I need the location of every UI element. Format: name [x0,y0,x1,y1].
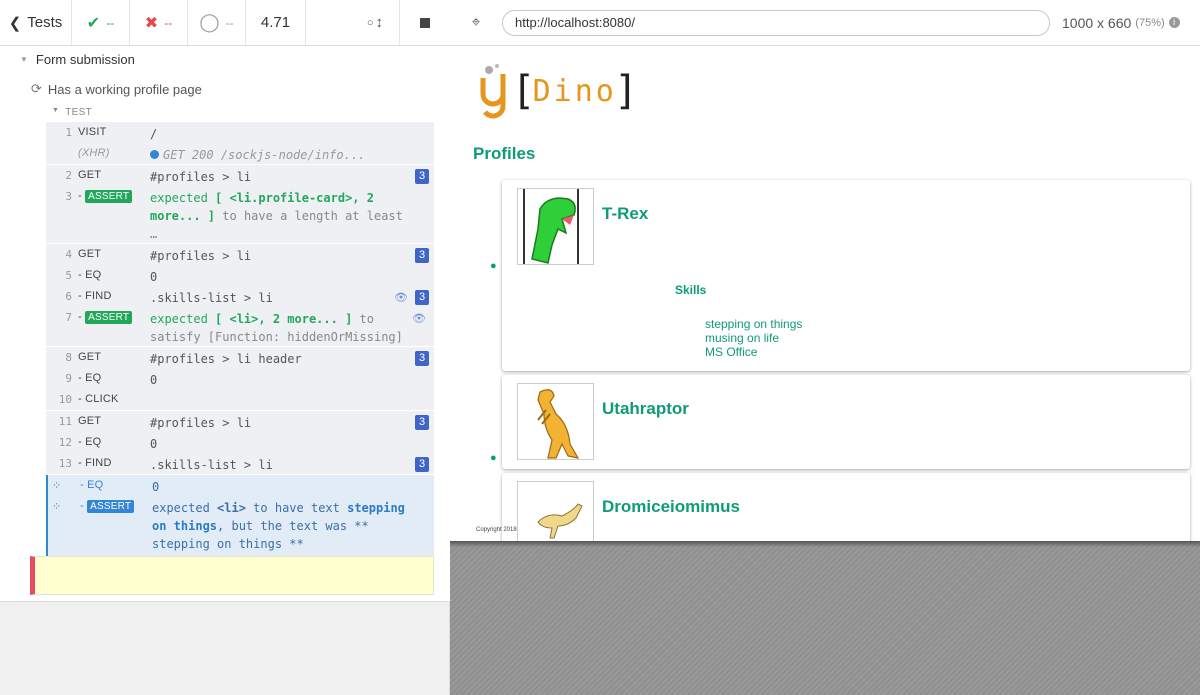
running-spinner-icon: ⟳ [31,81,42,96]
profiles-heading: Profiles [473,144,536,163]
skills-list: stepping on things musing on life MS Off… [705,317,802,359]
app-iframe: [ Dino ] Profiles ● T-Rex Skills steppin… [450,46,1200,541]
skill-item: musing on life [705,331,780,345]
hidden-eye-icon: 👁 [394,292,408,304]
command-row[interactable]: 1 VISIT / [46,122,434,143]
test-title: Has a working profile page [47,81,202,97]
command-row[interactable]: 11 GET #profiles > li 3 [46,411,434,432]
command-group: 2 GET #profiles > li 3 3 - ASSERT expect… [46,165,434,244]
passed-count: -- [106,15,115,30]
element-count-badge: 3 [415,248,429,263]
command-log-panel: ❮ Tests ✔ -- ✖ -- ◯ -- 4.71 ○ ↕ ▼ Form s… [0,0,450,695]
test-section-label[interactable]: ▼ TEST [52,107,92,118]
command-row[interactable]: 2 GET #profiles > li 3 [46,165,434,186]
utahraptor-image [517,383,594,460]
logo-mark-icon [480,64,506,119]
pending-spinner-icon: ⁘ [52,479,62,492]
pending-count: -- [225,15,234,30]
element-count-badge: 3 [415,457,429,472]
command-row[interactable]: 6 - FIND .skills-list > li 👁 3 [46,286,434,307]
skill-item: MS Office [705,345,758,359]
command-row[interactable]: 9 - EQ 0 [46,368,434,389]
assert-tag: ASSERT [87,500,135,513]
profile-card[interactable]: T-Rex Skills stepping on things musing o… [502,180,1190,371]
command-row[interactable]: 3 - ASSERT expected [ <li.profile-card>,… [46,186,434,243]
error-panel [30,556,434,595]
info-icon[interactable]: i [1168,17,1180,28]
dino-logo: [ Dino ] [477,60,632,122]
xhr-dot-icon [150,150,159,159]
viewport-info: 1000 x 660 (75%) i [1062,15,1180,31]
command-row[interactable]: 10 - CLICK [46,389,434,410]
element-count-badge: 3 [415,169,429,184]
skill-item: stepping on things [705,317,803,331]
stop-button[interactable] [400,0,450,45]
command-row[interactable]: 13 - FIND .skills-list > li 3 [46,453,434,474]
command-group: 8 GET #profiles > li header 3 9 - EQ 0 1… [46,347,434,411]
failed-count: -- [164,15,173,30]
pending-spinner-icon: ⁘ [52,500,62,513]
list-bullet: ● [490,452,497,464]
crosshair-icon: ⌖ [471,13,481,31]
command-group: 1 VISIT / (XHR) GET 200 /sockjs-node/inf… [46,122,434,165]
scroll-arrows-icon: ↕ [375,14,384,31]
caret-down-icon: ▼ [52,107,60,114]
element-count-badge: 3 [415,415,429,430]
cross-icon: ✖ [144,14,159,32]
hidden-eye-icon: 👁 [412,313,426,325]
check-icon: ✔ [86,14,101,32]
selector-playground-button[interactable]: ⌖ [450,14,502,32]
command-row[interactable]: ⁘ - ASSERT expected <li> to have text st… [48,496,434,557]
stop-icon [420,17,430,28]
list-bullet: ● [490,260,497,272]
pending-stat: ◯ -- [188,0,246,45]
reporter-toolbar: ❮ Tests ✔ -- ✖ -- ◯ -- 4.71 ○ ↕ [0,0,450,46]
command-row[interactable]: 7 - ASSERT expected [ <li>, 2 more... ] … [46,307,434,346]
autoscroll-circle-icon: ○ [366,16,374,29]
duration: 4.71 [246,0,306,45]
profile-card[interactable]: Utahraptor [502,375,1190,469]
dromiceiomimus-image [517,481,594,541]
copyright: Copyright 2018 [476,527,517,533]
url-field[interactable]: http://localhost:8080/ [502,9,1050,36]
command-row[interactable]: ⁘ - EQ 0 [48,475,434,496]
element-count-badge: 3 [415,351,429,366]
suite-title: Form submission [35,52,135,67]
test-row[interactable]: ⟳ Has a working profile page [31,81,202,97]
command-row[interactable]: 12 - EQ 0 [46,432,434,453]
suite-row[interactable]: ▼ Form submission [20,52,135,67]
command-group: 4 GET #profiles > li 3 5 - EQ 0 6 - FIND… [46,244,434,347]
tests-label: Tests [27,14,63,31]
empty-viewport-area [450,541,1200,695]
app-preview-panel: ⌖ http://localhost:8080/ 1000 x 660 (75%… [450,0,1200,695]
command-row[interactable]: 4 GET #profiles > li 3 [46,244,434,265]
command-list: 1 VISIT / (XHR) GET 200 /sockjs-node/inf… [46,122,434,558]
trex-image [517,188,594,265]
command-group: 11 GET #profiles > li 3 12 - EQ 0 13 - F… [46,411,434,475]
command-row[interactable]: 8 GET #profiles > li header 3 [46,347,434,368]
tests-button[interactable]: ❮ Tests [0,0,72,45]
element-count-badge: 3 [415,290,429,305]
autoscroll-toggle[interactable]: ○ ↕ [306,0,400,45]
chevron-left-icon: ❮ [8,14,22,32]
failed-stat: ✖ -- [130,0,188,45]
assert-tag: ASSERT [85,311,133,324]
browser-header: ⌖ http://localhost:8080/ 1000 x 660 (75%… [450,0,1200,46]
assert-tag: ASSERT [85,190,133,203]
skills-heading: Skills [675,283,707,297]
passed-stat: ✔ -- [72,0,130,45]
pending-circle-icon: ◯ [199,12,220,32]
command-row[interactable]: 5 - EQ 0 [46,265,434,286]
command-row[interactable]: (XHR) GET 200 /sockjs-node/info... [46,143,434,164]
caret-down-icon: ▼ [20,55,28,64]
command-group-active: ⁘ - EQ 0 ⁘ - ASSERT expected <li> to hav… [46,475,434,558]
profile-card[interactable]: Dromiceiomimus [502,473,1190,541]
